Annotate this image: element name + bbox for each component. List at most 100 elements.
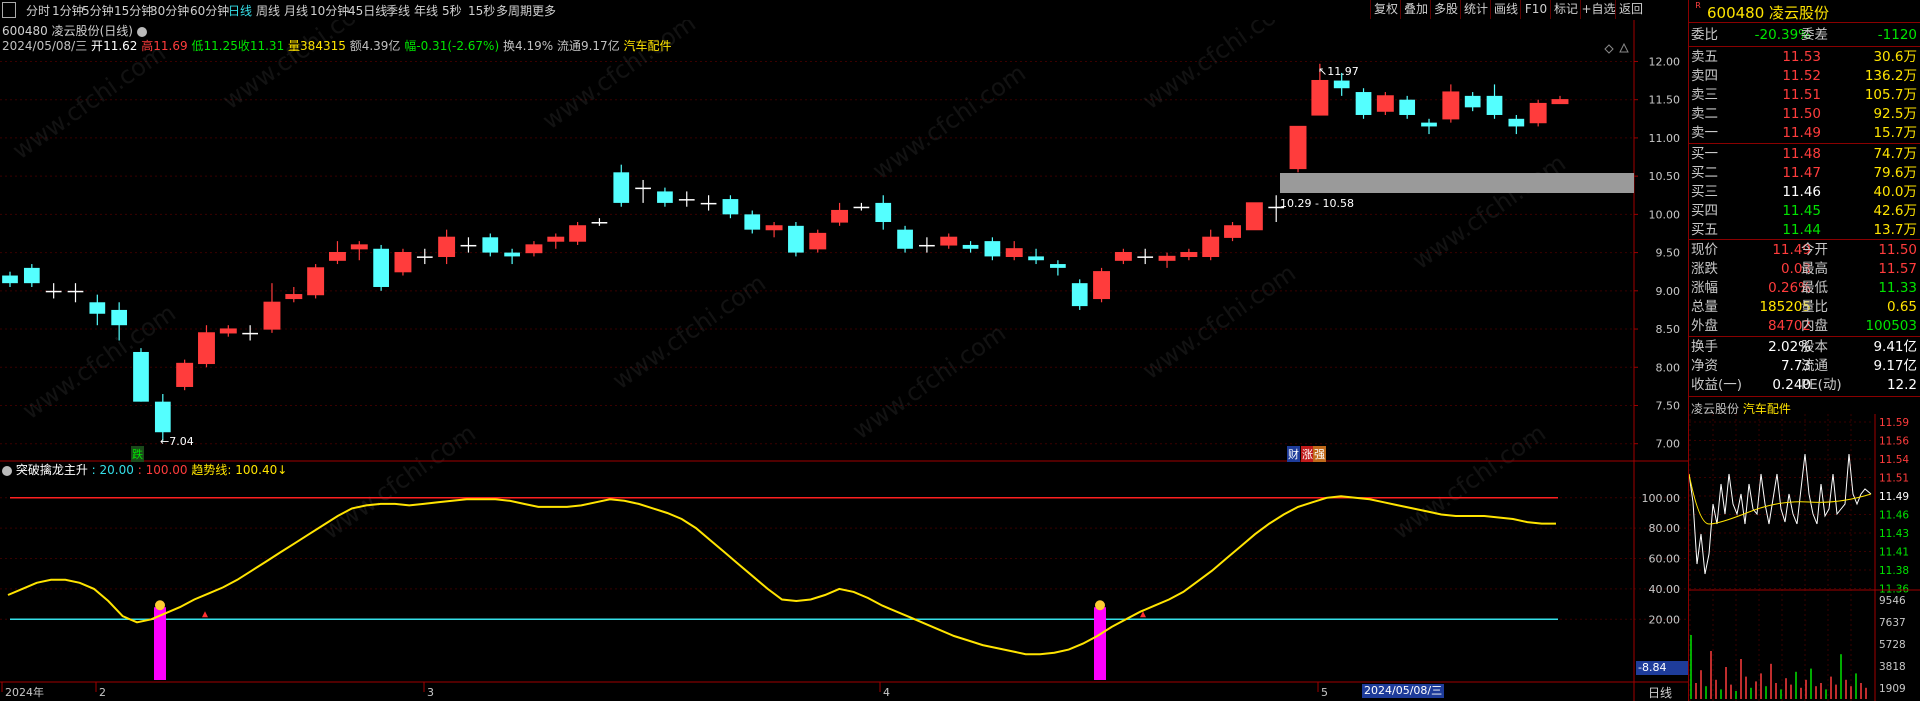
period-tab-6[interactable]: 日线 <box>228 2 252 19</box>
tool-button-7[interactable]: +自选 <box>1580 0 1616 19</box>
asks-row[interactable]: 卖五 11.53 30.6万 <box>1689 48 1920 66</box>
asks-row[interactable]: 卖四 11.52 136.2万 <box>1689 67 1920 85</box>
period-tab-5[interactable]: 60分钟 <box>190 2 229 19</box>
candle-body-fill <box>1115 252 1132 261</box>
period-tab-13[interactable]: 5秒 <box>442 2 462 19</box>
vol-label: 量 <box>288 39 301 53</box>
indicator-name[interactable]: 突破擒龙主升 <box>16 463 88 477</box>
asks-row[interactable]: 卖二 11.50 92.5万 <box>1689 105 1920 123</box>
candle-body <box>2 275 18 284</box>
indicator-cursor-value: -8.84 <box>1636 661 1690 675</box>
candle-body <box>657 191 673 203</box>
candle-body <box>1464 95 1481 108</box>
candle-body <box>1333 80 1350 89</box>
period-tab-10[interactable]: 45日线 <box>348 2 387 19</box>
chg-value: -0.31(-2.67%) <box>416 39 500 53</box>
turn-value: 4.19% <box>515 39 554 53</box>
mini-price-tick: 11.46 <box>1879 510 1909 522</box>
candle-body <box>853 206 870 209</box>
info-date: 2024/05/08/三 <box>2 39 88 53</box>
high-value: 11.69 <box>153 39 188 53</box>
bids-row[interactable]: 买三 11.46 40.0万 <box>1689 183 1920 201</box>
candle-body-fill <box>1377 95 1394 112</box>
candle-body <box>67 290 84 293</box>
weibi-row: 委比 -20.39% 委差 -1120 <box>1691 27 1917 43</box>
period-tab-15[interactable]: 多周期 <box>496 2 532 19</box>
date-tick: 3 <box>427 686 434 699</box>
tool-button-2[interactable]: 多股 <box>1430 0 1461 19</box>
tool-button-0[interactable]: 复权 <box>1370 0 1401 19</box>
stats-row: 涨跌 0.03 最高 11.57 <box>1691 261 1917 277</box>
tool-button-8[interactable]: 返回 <box>1615 0 1646 19</box>
candle-body <box>962 244 979 249</box>
candle-body-fill <box>569 225 586 242</box>
price-tick: 11.50 <box>1649 94 1681 107</box>
asks-row[interactable]: 卖三 11.51 105.7万 <box>1689 86 1920 104</box>
price-tick: 12.00 <box>1649 55 1681 68</box>
tool-button-6[interactable]: 标记 <box>1550 0 1581 19</box>
period-tab-11[interactable]: 季线 <box>386 2 410 19</box>
candle-body-fill <box>438 237 455 257</box>
candle-body <box>635 187 651 190</box>
period-tab-2[interactable]: 5分钟 <box>82 2 114 19</box>
period-tab-16[interactable]: 更多 <box>532 2 556 19</box>
bids-row[interactable]: 买二 11.47 79.6万 <box>1689 164 1920 182</box>
price-tick: 8.00 <box>1656 361 1681 374</box>
tool-button-1[interactable]: 叠加 <box>1400 0 1431 19</box>
settings-icon[interactable] <box>136 26 147 37</box>
mini-vol-tick: 7637 <box>1879 617 1906 629</box>
period-tab-3[interactable]: 15分钟 <box>114 2 153 19</box>
candle-body <box>482 237 499 253</box>
candle-body-fill <box>547 237 564 242</box>
trend-label: 趋势线: <box>191 463 232 477</box>
period-tab-7[interactable]: 周线 <box>256 2 280 19</box>
toolbar-icon[interactable] <box>2 2 16 18</box>
candle-body <box>591 222 608 224</box>
date-tick: 2 <box>99 686 106 699</box>
candle-body <box>1071 283 1088 307</box>
bids-row[interactable]: 买一 11.48 74.7万 <box>1689 145 1920 163</box>
tool-button-4[interactable]: 画线 <box>1490 0 1521 19</box>
asks-row[interactable]: 卖一 11.49 15.7万 <box>1689 124 1920 142</box>
period-tab-14[interactable]: 15秒 <box>468 2 495 19</box>
period-tab-9[interactable]: 10分钟 <box>310 2 349 19</box>
stock-code: 600480 <box>1707 4 1765 22</box>
candle-body <box>744 214 761 230</box>
price-tick: 7.50 <box>1656 399 1681 412</box>
cursor-date: 2024/05/08/三 <box>1362 684 1445 698</box>
candle-body-fill <box>395 252 411 272</box>
float-label: 流通 <box>556 39 581 53</box>
candle-body <box>111 309 128 326</box>
intraday-mini-chart[interactable]: 11.59 11.56 11.54 11.51 11.49 11.46 11.43 11.41… <box>1689 414 1920 701</box>
period-tab-1[interactable]: 1分钟 <box>52 2 84 19</box>
candle-body-fill <box>1181 252 1197 257</box>
kline-chart[interactable]: www.cfchi.com www.cfchi.comwww.cfchi.comw… <box>0 20 1688 701</box>
candle-body-fill <box>1442 92 1459 119</box>
candle-body-fill <box>526 244 542 253</box>
candle-body-fill <box>307 267 324 295</box>
margin-badge: R <box>1695 1 1701 10</box>
stock-name: 凌云股份 <box>1769 4 1830 22</box>
sector-tag[interactable]: 汽车配件 <box>624 39 672 53</box>
close-label: 收 <box>237 39 250 53</box>
tool-button-5[interactable]: F10 <box>1520 0 1551 19</box>
close-value: 11.31 <box>249 39 285 53</box>
period-tab-8[interactable]: 月线 <box>284 2 308 19</box>
tool-button-3[interactable]: 统计 <box>1460 0 1491 19</box>
period-tab-4[interactable]: 30分钟 <box>150 2 189 19</box>
candle-body-fill <box>831 210 848 223</box>
period-tab-0[interactable]: 分时 <box>26 2 50 19</box>
indicator-settings-icon[interactable] <box>2 465 12 476</box>
indicator-tick: 60.00 <box>1649 553 1681 566</box>
candle-body <box>242 332 258 335</box>
bids-row[interactable]: 买四 11.45 42.6万 <box>1689 202 1920 220</box>
period-tab-12[interactable]: 年线 <box>414 2 438 19</box>
price-range-label: 10.29 - 10.58 <box>1280 197 1354 210</box>
cai-marker: 财 <box>1287 446 1300 462</box>
candle-body <box>504 252 520 257</box>
turn-label: 换 <box>502 39 515 53</box>
bids-row[interactable]: 买五 11.44 13.7万 <box>1689 221 1920 239</box>
axis-period-label[interactable]: 日线 <box>1648 684 1672 701</box>
mini-price-tick: 11.43 <box>1879 528 1909 540</box>
stats2-row: 换手 2.02% 股本 9.41亿 <box>1691 339 1917 355</box>
